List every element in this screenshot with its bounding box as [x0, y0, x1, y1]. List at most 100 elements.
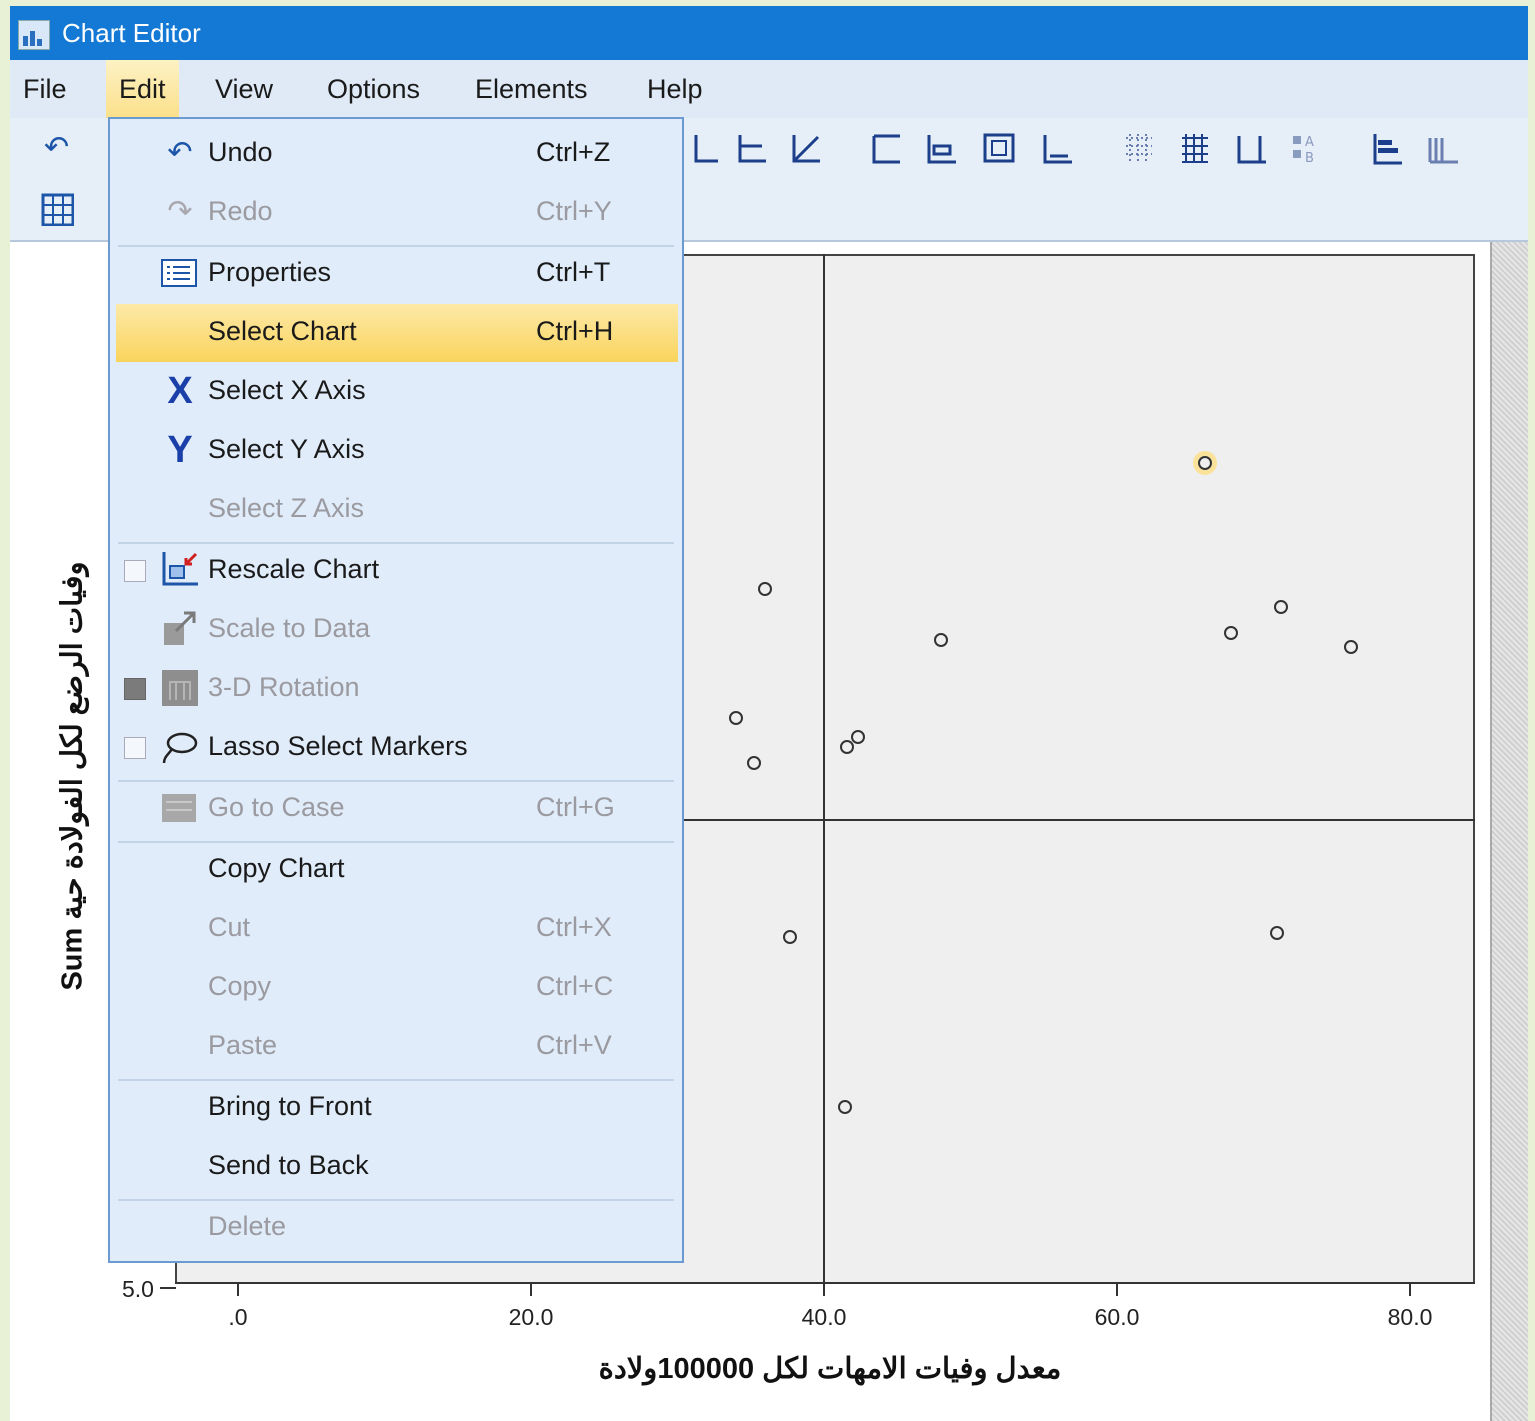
menu-item-scale-to-data[interactable]: Scale to Data [110, 601, 682, 659]
menu-item-label: Properties [208, 257, 332, 287]
3d-rotation-checkbox[interactable] [124, 678, 146, 700]
menu-item-select-z-axis[interactable]: Select Z Axis [110, 481, 682, 539]
reference-line-x[interactable] [823, 254, 825, 1284]
bar-chart-icon[interactable] [1370, 132, 1404, 166]
x-axis-title[interactable]: معدل وفيات الامهات لكل 100000ولادة [570, 1351, 1090, 1386]
lasso-icon [162, 732, 198, 764]
menu-item-copy-chart[interactable]: Copy Chart [110, 841, 682, 899]
title-bar: Chart Editor [10, 6, 1528, 60]
lasso-checkbox[interactable] [124, 737, 146, 759]
menu-item-select-y-axis[interactable]: Y Select Y Axis [110, 422, 682, 480]
menu-item-shortcut: Ctrl+C [536, 971, 614, 1001]
column-chart-icon[interactable] [1426, 132, 1460, 166]
menu-item-properties[interactable]: Properties Ctrl+T [110, 245, 682, 303]
menu-edit[interactable]: Edit [106, 60, 179, 118]
menu-item-label: 3-D Rotation [208, 672, 360, 702]
menu-item-label: Bring to Front [208, 1091, 372, 1121]
x-tick [530, 1284, 532, 1296]
menu-item-shortcut: Ctrl+H [536, 316, 614, 346]
menu-item-label: Copy [208, 971, 272, 1001]
title-icon[interactable] [870, 132, 904, 166]
undo-icon[interactable]: ↶ [44, 130, 69, 165]
menu-item-redo[interactable]: ↷ Redo Ctrl+Y [110, 184, 682, 242]
menu-item-shortcut: Ctrl+T [536, 257, 611, 287]
menu-item-copy[interactable]: Copy Ctrl+C [110, 959, 682, 1017]
footnote-icon[interactable] [1040, 132, 1074, 166]
x-tick-label: 80.0 [1387, 1304, 1433, 1330]
x-tick [823, 1284, 825, 1296]
x-tick-label: 20.0 [508, 1304, 554, 1330]
menu-item-shortcut: Ctrl+V [536, 1030, 612, 1060]
chart-editor-icon [18, 20, 50, 50]
menu-item-send-to-back[interactable]: Send to Back [110, 1138, 682, 1196]
scatter-point[interactable] [850, 730, 865, 744]
grid-dotted-icon[interactable] [1122, 132, 1156, 166]
menu-item-label: Cut [208, 912, 251, 942]
x-tick-label: 60.0 [1094, 1304, 1140, 1330]
fit-line-icon[interactable] [788, 132, 822, 166]
menu-item-label: Select X Axis [208, 375, 366, 405]
gridlines-icon[interactable] [1178, 132, 1212, 166]
menu-item-paste[interactable]: Paste Ctrl+V [110, 1018, 682, 1076]
x-axis-icon: X [167, 370, 193, 412]
undo-icon: ↶ [167, 136, 193, 169]
menu-item-label: Delete [208, 1211, 287, 1241]
menu-help[interactable]: Help [634, 60, 716, 118]
menu-item-undo[interactable]: ↶ Undo Ctrl+Z [110, 125, 682, 183]
menu-item-label: Rescale Chart [208, 554, 380, 584]
menu-item-bring-to-front[interactable]: Bring to Front [110, 1079, 682, 1137]
scatter-point[interactable] [1269, 926, 1284, 940]
data-labels-icon[interactable]: AB [1290, 132, 1324, 166]
textbox-icon[interactable] [982, 132, 1016, 166]
menu-item-label: Redo [208, 196, 273, 226]
scale-to-data-icon [164, 611, 196, 645]
x-tick-label: 40.0 [801, 1304, 847, 1330]
redo-icon: ↷ [167, 195, 193, 228]
menu-item-select-chart[interactable]: Select Chart Ctrl+H [116, 304, 678, 362]
svg-text:B: B [1305, 151, 1314, 166]
menu-item-label: Send to Back [208, 1150, 369, 1180]
scatter-point[interactable] [729, 711, 744, 725]
axis-lines-icon[interactable] [734, 132, 768, 166]
x-tick [1409, 1284, 1411, 1296]
menu-item-shortcut: Ctrl+Y [536, 196, 612, 226]
x-tick-label: .0 [228, 1304, 248, 1330]
y-axis-title-icon[interactable] [688, 132, 722, 166]
menu-item-select-x-axis[interactable]: X Select X Axis [110, 363, 682, 421]
reference-line-icon[interactable] [1234, 132, 1268, 166]
scatter-point[interactable] [746, 756, 761, 770]
chart-editor-window: Chart Editor File Edit View Options Elem… [10, 6, 1528, 1421]
y-axis-title[interactable]: وفيات الرضع لكل الفولادة حية Sum [55, 526, 90, 1026]
frame-icon[interactable] [40, 192, 74, 226]
menu-item-label: Paste [208, 1030, 278, 1060]
menu-item-lasso-select[interactable]: Lasso Select Markers [110, 719, 682, 777]
menu-item-go-to-case[interactable]: Go to Case Ctrl+G [110, 780, 682, 838]
rescale-checkbox[interactable] [124, 560, 146, 582]
menu-item-label: Select Z Axis [208, 493, 365, 523]
menu-elements[interactable]: Elements [462, 60, 601, 118]
rescale-chart-icon [162, 552, 198, 586]
annotation-icon[interactable] [924, 132, 958, 166]
menu-item-label: Lasso Select Markers [208, 731, 468, 761]
scatter-point[interactable] [837, 1100, 852, 1114]
x-tick [1116, 1284, 1118, 1296]
menu-item-shortcut: Ctrl+X [536, 912, 612, 942]
menu-item-label: Undo [208, 137, 273, 167]
menu-item-delete[interactable]: Delete [110, 1199, 682, 1257]
menu-item-cut[interactable]: Cut Ctrl+X [110, 900, 682, 958]
menu-item-3d-rotation[interactable]: 3-D Rotation [110, 660, 682, 718]
menu-item-rescale-chart[interactable]: Rescale Chart [110, 542, 682, 600]
edit-menu-dropdown: ↶ Undo Ctrl+Z ↷ Redo Ctrl+Y Properties C… [108, 117, 684, 1263]
svg-text:A: A [1305, 135, 1314, 150]
scatter-point[interactable] [1274, 600, 1289, 614]
menu-file[interactable]: File [10, 60, 80, 118]
properties-icon [161, 259, 197, 287]
menu-options[interactable]: Options [314, 60, 433, 118]
menu-view[interactable]: View [202, 60, 286, 118]
scatter-point[interactable] [1197, 456, 1212, 470]
y-tick [160, 1287, 176, 1289]
scroll-strip [1490, 242, 1528, 1421]
go-to-case-icon [162, 794, 196, 822]
x-tick [237, 1284, 239, 1296]
x-axis-line[interactable] [175, 1282, 1475, 1284]
